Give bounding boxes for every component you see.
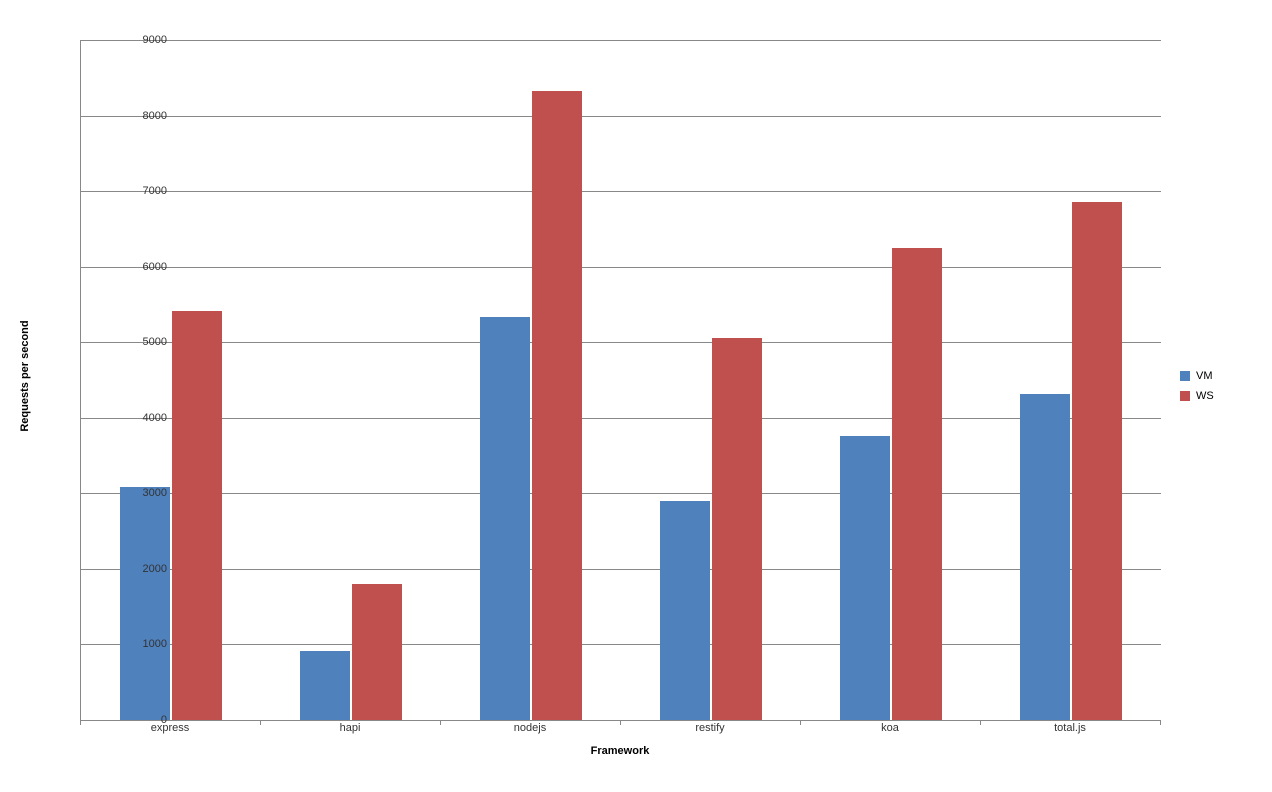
gridline (81, 644, 1161, 645)
gridline (81, 493, 1161, 494)
y-tick-label: 6000 (127, 261, 167, 273)
y-tick-label: 8000 (127, 110, 167, 122)
y-tick-label: 3000 (127, 487, 167, 499)
x-tick-label: koa (881, 722, 899, 734)
legend-label-vm: VM (1196, 370, 1213, 382)
x-tickmark (80, 720, 81, 725)
x-tick-label: express (151, 722, 190, 734)
bar-ws-nodejs (532, 91, 582, 720)
bar-ws-hapi (352, 584, 402, 720)
gridline (81, 191, 1161, 192)
x-tickmark (800, 720, 801, 725)
y-tick-label: 2000 (127, 563, 167, 575)
x-tickmark (1160, 720, 1161, 725)
legend-label-ws: WS (1196, 390, 1214, 402)
x-tickmark (620, 720, 621, 725)
chart-container: Requests per second Framework VM WS 0100… (20, 20, 1252, 772)
bar-ws-express (172, 311, 222, 720)
x-tick-label: nodejs (514, 722, 546, 734)
legend-swatch-vm (1180, 371, 1190, 381)
gridline (81, 40, 1161, 41)
x-axis-label: Framework (591, 745, 650, 757)
x-tick-label: total.js (1054, 722, 1086, 734)
gridline (81, 267, 1161, 268)
bar-ws-koa (892, 248, 942, 720)
gridline (81, 569, 1161, 570)
gridline (81, 116, 1161, 117)
legend-item-ws: WS (1180, 390, 1214, 402)
legend-swatch-ws (1180, 391, 1190, 401)
legend-item-vm: VM (1180, 370, 1214, 382)
x-tickmark (980, 720, 981, 725)
x-tickmark (260, 720, 261, 725)
bar-vm-express (120, 487, 170, 720)
legend: VM WS (1180, 370, 1214, 410)
y-tick-label: 4000 (127, 412, 167, 424)
bar-vm-nodejs (480, 317, 530, 720)
bar-ws-restify (712, 338, 762, 720)
y-tick-label: 5000 (127, 336, 167, 348)
x-tick-label: restify (695, 722, 724, 734)
x-tickmark (440, 720, 441, 725)
y-tick-label: 9000 (127, 34, 167, 46)
y-axis-label: Requests per second (19, 320, 31, 431)
plot-area (80, 40, 1161, 721)
bar-ws-total.js (1072, 202, 1122, 720)
bar-vm-hapi (300, 651, 350, 721)
x-tick-label: hapi (340, 722, 361, 734)
bar-vm-total.js (1020, 394, 1070, 720)
y-tick-label: 7000 (127, 185, 167, 197)
bar-vm-koa (840, 436, 890, 720)
y-tick-label: 1000 (127, 638, 167, 650)
bar-vm-restify (660, 501, 710, 720)
gridline (81, 418, 1161, 419)
gridline (81, 342, 1161, 343)
